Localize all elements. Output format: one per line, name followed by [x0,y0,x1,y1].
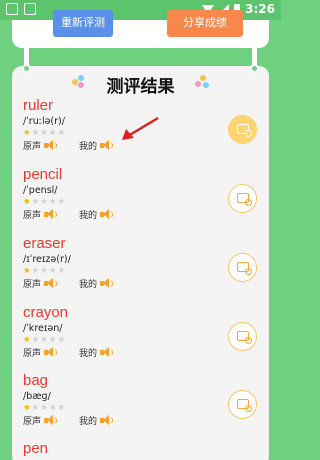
star-icon: ★ [40,334,48,344]
left-connector-ring [22,64,31,73]
word-phonetic: /ˈkreɪən/ [23,323,63,334]
star-rating: ★ ★ ★ ★ ★ [23,197,253,206]
word-row: crayon/ˈkreɪən/★ ★ ★ ★ ★ 原声 我的 [23,304,253,359]
word-row: pencil/ˈpensl/★ ★ ★ ★ ★ 原声 我的 [23,166,253,221]
share-card-icon[interactable] [228,322,257,351]
word-row: eraser/ɪˈreɪzə(r)/★ ★ ★ ★ ★ 原声 我的 [23,235,253,290]
word-phonetic: /ˈpensl/ [23,185,58,196]
star-rating: ★ ★ ★ ★ ★ [23,403,253,412]
star-icon: ★ [23,265,31,275]
star-rating: ★ ★ ★ ★ ★ [23,335,253,344]
decoration-icon [195,75,209,89]
word-row: pen [23,440,253,457]
star-icon: ★ [48,402,57,412]
star-icon: ★ [31,334,40,344]
star-rating: ★ ★ ★ ★ ★ [23,266,253,275]
star-icon: ★ [31,196,40,206]
star-icon: ★ [57,265,66,275]
word-row: bag/bæg/★ ★ ★ ★ ★ 原声 我的 [23,372,253,427]
word-text: bag [23,372,49,389]
word-phonetic: /bæg/ [23,391,51,402]
star-icon: ★ [57,127,66,137]
star-icon: ★ [40,127,48,137]
audio-row: 原声 我的 [23,277,253,290]
play-my-recording-speaker-icon[interactable] [100,415,114,426]
star-icon: ★ [40,265,48,275]
share-card-icon[interactable] [228,115,257,144]
star-icon: ★ [23,334,31,344]
original-audio-label: 原声 [23,416,42,426]
star-icon: ★ [48,265,57,275]
play-original-speaker-icon[interactable] [44,278,58,289]
star-icon: ★ [23,127,31,137]
star-icon: ★ [31,127,40,137]
star-icon: ★ [57,196,66,206]
image-notification-icon [24,3,36,15]
my-audio-label: 我的 [79,348,98,358]
share-card-icon[interactable] [228,253,257,282]
audio-row: 原声 我的 [23,414,253,427]
my-audio-label: 我的 [79,279,98,289]
play-original-speaker-icon[interactable] [44,415,58,426]
star-icon: ★ [48,127,57,137]
star-icon: ★ [57,334,66,344]
star-icon: ★ [40,196,48,206]
status-time: 3:26 [245,2,275,16]
play-my-recording-speaker-icon[interactable] [100,278,114,289]
my-audio-label: 我的 [79,416,98,426]
play-original-speaker-icon[interactable] [44,140,58,151]
star-icon: ★ [23,402,31,412]
star-icon: ★ [23,196,31,206]
word-text: eraser [23,235,66,252]
result-title: 测评结果 [106,77,175,97]
audio-row: 原声 我的 [23,208,253,221]
share-card-icon[interactable] [228,390,257,419]
notification-icon [6,3,18,15]
original-audio-label: 原声 [23,141,42,151]
retest-button[interactable]: 重新评测 [53,10,113,37]
play-my-recording-speaker-icon[interactable] [100,209,114,220]
share-card-icon[interactable] [228,184,257,213]
word-text: pencil [23,166,63,183]
star-icon: ★ [48,334,57,344]
my-audio-label: 我的 [79,210,98,220]
original-audio-label: 原声 [23,210,42,220]
star-icon: ★ [48,196,57,206]
star-icon: ★ [40,402,48,412]
play-original-speaker-icon[interactable] [44,347,58,358]
star-icon: ★ [57,402,66,412]
share-score-button[interactable]: 分享成绩 [167,10,243,37]
play-original-speaker-icon[interactable] [44,209,58,220]
star-icon: ★ [31,265,40,275]
right-connector-ring [250,64,259,73]
word-text: pen [23,440,49,457]
my-audio-label: 我的 [79,141,98,151]
word-text: crayon [23,304,69,321]
audio-row: 原声 我的 [23,346,253,359]
word-phonetic: /ɪˈreɪzə(r)/ [23,254,71,265]
word-text: ruler [23,97,54,114]
star-icon: ★ [31,402,40,412]
original-audio-label: 原声 [23,348,42,358]
red-arrow-annotation [122,116,159,140]
play-my-recording-speaker-icon[interactable] [100,347,114,358]
play-my-recording-speaker-icon[interactable] [100,140,114,151]
original-audio-label: 原声 [23,279,42,289]
